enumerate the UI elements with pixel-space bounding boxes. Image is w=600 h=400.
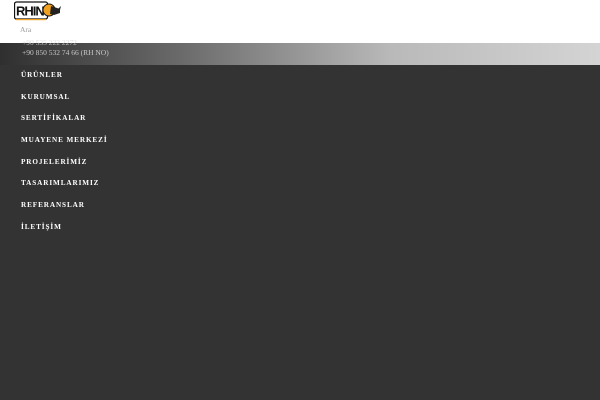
menu-link-projelerimiz[interactable]: PROJELERİMİZ [21, 158, 87, 166]
phone-number-2[interactable]: +90 850 532 74 66 (RH NO) [22, 48, 109, 58]
menu-item-tasarimlarimiz: TASARIMLARIMIZ [21, 172, 108, 194]
menu-item-kurumsal: KURUMSAL [21, 86, 108, 108]
menu-link-tasarimlarimiz[interactable]: TASARIMLARIMIZ [21, 179, 99, 187]
menu-link-muayene-merkezi[interactable]: MUAYENE MERKEZİ [21, 136, 108, 144]
menu-link-kurumsal[interactable]: KURUMSAL [21, 93, 70, 101]
search-link[interactable]: Ara [20, 25, 31, 34]
menu-link-iletisim[interactable]: İLETİŞİM [21, 223, 62, 231]
header-bar [0, 0, 600, 43]
menu-item-sertifikalar: SERTİFİKALAR [21, 107, 108, 129]
rhino-logo[interactable]: RHIN [14, 1, 62, 21]
menu-item-projelerimiz: PROJELERİMİZ [21, 151, 108, 173]
main-menu: ÜRÜNLER KURUMSAL SERTİFİKALAR MUAYENE ME… [21, 64, 108, 238]
menu-item-muayene-merkezi: MUAYENE MERKEZİ [21, 129, 108, 151]
menu-link-urunler[interactable]: ÜRÜNLER [21, 71, 63, 79]
menu-link-referanslar[interactable]: REFERANSLAR [21, 201, 85, 209]
menu-item-referanslar: REFERANSLAR [21, 194, 108, 216]
svg-text:RHIN: RHIN [16, 4, 44, 19]
menu-item-iletisim: İLETİŞİM [21, 216, 108, 238]
menu-link-sertifikalar[interactable]: SERTİFİKALAR [21, 114, 86, 122]
menu-item-urunler: ÜRÜNLER [21, 64, 108, 86]
phone-numbers: +90 535 222 2272 +90 850 532 74 66 (RH N… [22, 38, 109, 58]
phone-number-1[interactable]: +90 535 222 2272 [22, 38, 109, 48]
